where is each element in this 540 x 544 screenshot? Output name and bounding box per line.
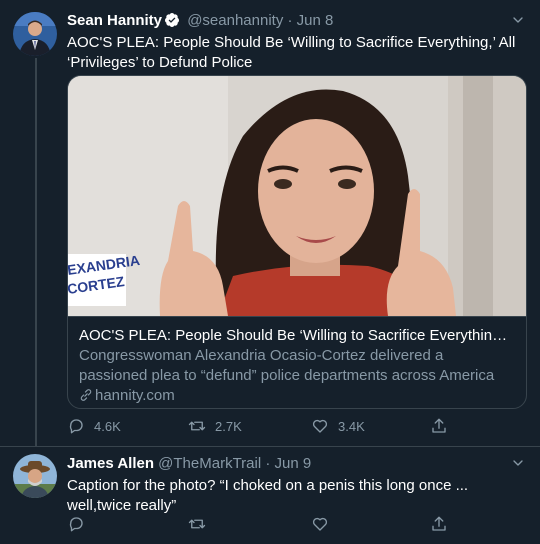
author-name[interactable]: Sean Hannity	[67, 12, 162, 29]
tweet-text: AOC'S PLEA: People Should Be ‘Willing to…	[67, 34, 516, 71]
separator-dot: ·	[287, 12, 293, 29]
tweet-text: Caption for the photo? “I choked on a pe…	[67, 477, 469, 514]
tweet-sean-hannity[interactable]: Sean Hannity @seanhannity · Jun 8 AOC'S …	[0, 0, 540, 446]
like-icon	[312, 517, 328, 531]
thread-line	[35, 58, 37, 446]
link-icon	[80, 389, 92, 401]
card-title: AOC'S PLEA: People Should Be ‘Willing to…	[79, 327, 515, 344]
retweet-icon	[188, 421, 206, 431]
share-button[interactable]	[430, 514, 457, 534]
tweet-actions	[67, 514, 467, 534]
like-button[interactable]: 3.4K	[311, 416, 365, 436]
retweet-button[interactable]: 2.7K	[188, 416, 242, 436]
share-button[interactable]	[430, 416, 457, 436]
separator-dot: ·	[265, 455, 271, 472]
reply-icon	[69, 517, 83, 532]
author-handle[interactable]: @TheMarkTrail	[158, 455, 261, 472]
chevron-down-icon[interactable]	[510, 12, 526, 28]
tweet-actions: 4.6K 2.7K 3.4K	[67, 416, 467, 436]
retweet-button[interactable]	[188, 514, 215, 534]
card-body: AOC'S PLEA: People Should Be ‘Willing to…	[68, 316, 526, 408]
tweet-date[interactable]: Jun 9	[275, 455, 312, 472]
tweet-header: Sean Hannity @seanhannity · Jun 8	[67, 11, 333, 31]
verified-badge-icon	[165, 13, 180, 28]
reply-button[interactable]	[67, 514, 94, 534]
card-domain: hannity.com	[79, 386, 515, 406]
retweet-count: 2.7K	[215, 418, 242, 434]
tweet-james-allen[interactable]: James Allen @TheMarkTrail · Jun 9 Captio…	[0, 446, 540, 544]
reply-button[interactable]: 4.6K	[67, 416, 121, 436]
share-icon	[432, 516, 446, 531]
retweet-icon	[188, 519, 206, 529]
avatar[interactable]	[13, 12, 57, 56]
card-image: EXANDRIA CORTEZ	[68, 76, 526, 316]
reply-count: 4.6K	[94, 418, 121, 434]
author-handle[interactable]: @seanhannity	[187, 12, 283, 29]
chevron-down-icon[interactable]	[510, 455, 526, 471]
share-icon	[432, 418, 446, 433]
card-description: Congresswoman Alexandria Ocasio-Cortez d…	[79, 347, 495, 384]
card-domain-text: hannity.com	[95, 387, 175, 404]
author-name[interactable]: James Allen	[67, 455, 154, 472]
tweet-header: James Allen @TheMarkTrail · Jun 9	[67, 454, 311, 474]
like-count: 3.4K	[338, 418, 365, 434]
avatar[interactable]	[13, 454, 57, 498]
reply-icon	[69, 419, 83, 434]
link-card[interactable]: EXANDRIA CORTEZ AOC'S PLEA: People Shoul…	[67, 75, 527, 409]
like-icon	[312, 419, 328, 433]
tweet-date[interactable]: Jun 8	[297, 12, 334, 29]
like-button[interactable]	[311, 514, 338, 534]
